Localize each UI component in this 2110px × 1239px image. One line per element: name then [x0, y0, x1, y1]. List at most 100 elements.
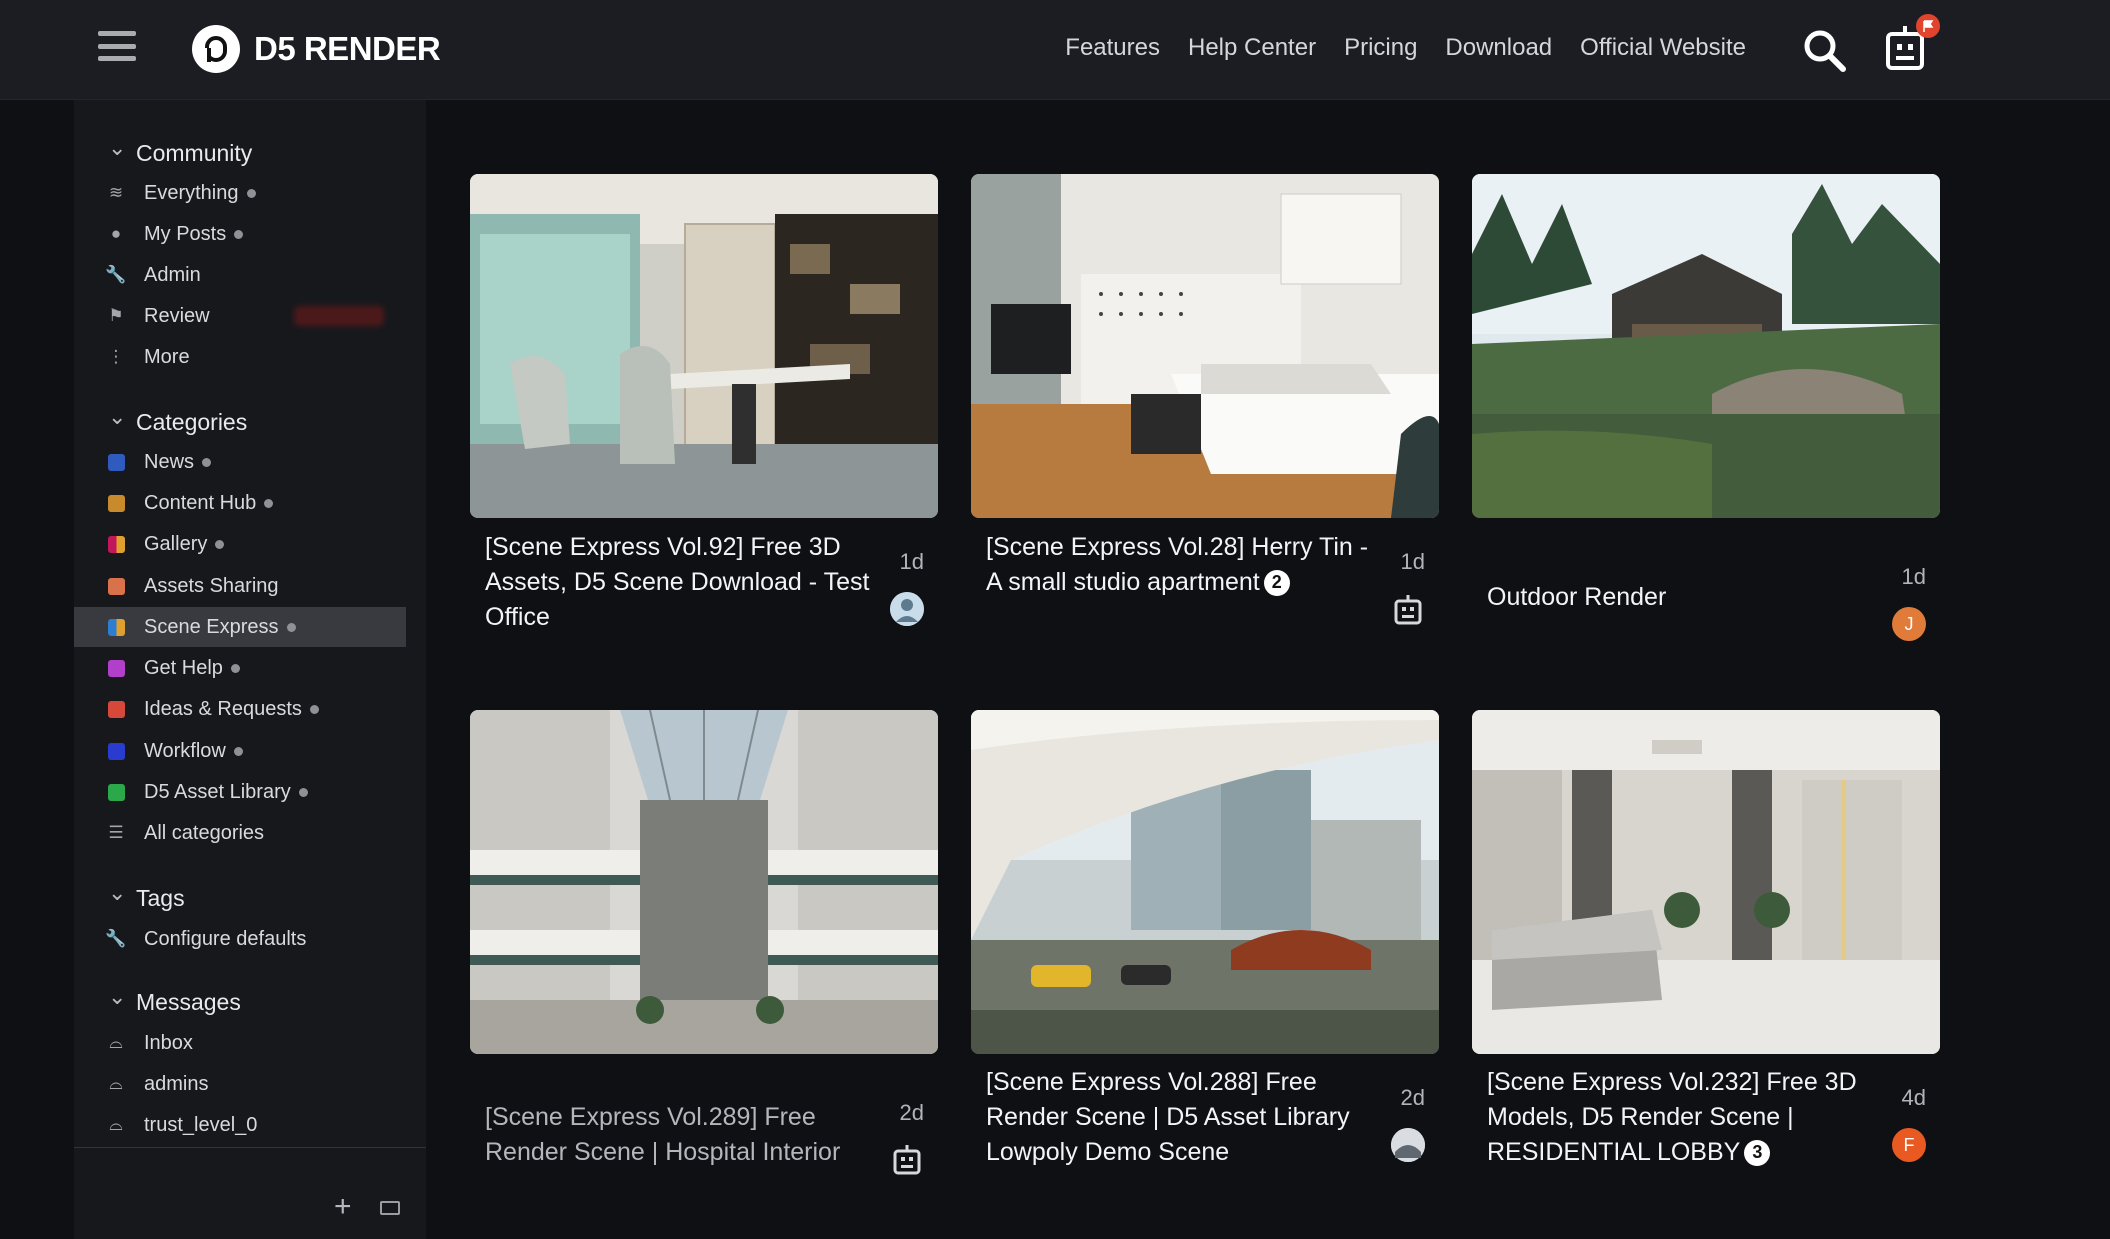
nav-features[interactable]: Features: [1065, 34, 1160, 62]
avatar[interactable]: J: [1892, 607, 1926, 641]
category-color-icon: [107, 535, 125, 553]
sidebar-item-news[interactable]: News: [74, 442, 406, 482]
topic-card: [Scene Express Vol.28] Herry Tin - A sma…: [971, 174, 1439, 625]
nav-official-website[interactable]: Official Website: [1580, 34, 1746, 62]
topic-card: [Scene Express Vol.288] Free Render Scen…: [971, 710, 1439, 1166]
sidebar-item-trust-level-0[interactable]: ⌓ trust_level_0: [74, 1105, 406, 1145]
sidebar-item-content-hub[interactable]: Content Hub: [74, 483, 406, 523]
sidebar-item-inbox[interactable]: ⌓ Inbox: [74, 1023, 406, 1063]
topic-title[interactable]: [Scene Express Vol.288] Free Render Scen…: [986, 1065, 1386, 1170]
d5-logo-icon: [192, 25, 240, 73]
avatar[interactable]: [890, 592, 924, 626]
topic-card: [Scene Express Vol.232] Free 3D Models, …: [1472, 710, 1940, 1166]
reply-count-badge: 3: [1744, 1139, 1771, 1166]
category-color-icon: [107, 659, 125, 677]
section-community[interactable]: Community: [74, 140, 252, 167]
topic-title[interactable]: [Scene Express Vol.289] Free Render Scen…: [485, 1100, 885, 1170]
sidebar-item-gallery[interactable]: Gallery: [74, 524, 406, 564]
topic-thumbnail[interactable]: [971, 710, 1439, 1054]
section-messages[interactable]: Messages: [74, 989, 241, 1016]
sidebar-item-more[interactable]: ⋮ More: [74, 337, 406, 377]
category-color-icon: [107, 700, 125, 718]
topic-thumbnail[interactable]: [470, 174, 938, 518]
top-header: D5 RENDER Features Help Center Pricing D…: [0, 0, 2110, 100]
flag-icon: ⚑: [108, 306, 124, 325]
sidebar-item-my-posts[interactable]: ● My Posts: [74, 214, 406, 254]
unread-dot: [230, 663, 240, 673]
user-menu-button[interactable]: [1884, 14, 1940, 74]
unread-dot: [233, 746, 243, 756]
unread-dot: [215, 539, 225, 549]
nav-pricing[interactable]: Pricing: [1344, 34, 1417, 62]
sidebar-item-all-categories[interactable]: ☰ All categories: [74, 813, 406, 853]
avatar[interactable]: [1391, 1128, 1425, 1162]
section-tags[interactable]: Tags: [74, 885, 185, 912]
user-icon: ●: [110, 224, 122, 243]
unread-dot: [246, 188, 256, 198]
nav-help-center[interactable]: Help Center: [1188, 34, 1316, 62]
review-count-badge: [294, 306, 384, 326]
chevron-down-icon: [74, 886, 108, 912]
section-categories[interactable]: Categories: [74, 409, 247, 436]
topic-title[interactable]: [Scene Express Vol.28] Herry Tin - A sma…: [986, 530, 1386, 600]
brand-name: D5 RENDER: [254, 30, 441, 67]
top-nav: Features Help Center Pricing Download Of…: [1065, 34, 1746, 62]
avatar[interactable]: F: [1892, 1128, 1926, 1162]
topic-title[interactable]: [Scene Express Vol.232] Free 3D Models, …: [1487, 1065, 1887, 1170]
keyboard-icon[interactable]: [380, 1201, 400, 1215]
sidebar-item-admin[interactable]: 🔧 Admin: [74, 255, 406, 295]
topic-thumbnail[interactable]: [470, 710, 938, 1054]
plus-icon[interactable]: +: [334, 1190, 352, 1224]
nav-download[interactable]: Download: [1445, 34, 1552, 62]
chevron-down-icon: [74, 990, 108, 1016]
topic-age: 1d: [899, 549, 924, 574]
wrench-icon: 🔧: [105, 265, 127, 284]
list-icon: ☰: [108, 823, 124, 842]
topic-age: 2d: [899, 1100, 924, 1125]
category-color-icon: [107, 453, 125, 471]
category-color-icon: [107, 618, 125, 636]
robot-avatar-icon[interactable]: [890, 1142, 924, 1176]
inbox-icon: ⌓: [109, 1033, 123, 1052]
sidebar-item-d5-asset-library[interactable]: D5 Asset Library: [74, 772, 406, 812]
topic-age: 2d: [1400, 1085, 1425, 1110]
sidebar-item-ideas-requests[interactable]: Ideas & Requests: [74, 689, 406, 729]
topic-card: [Scene Express Vol.92] Free 3D Assets, D…: [470, 174, 938, 631]
sidebar-item-workflow[interactable]: Workflow: [74, 731, 406, 771]
robot-avatar-icon[interactable]: [1391, 592, 1425, 626]
topic-card: Outdoor Render 1d J: [1472, 174, 1940, 641]
sidebar-item-admins[interactable]: ⌓ admins: [74, 1064, 406, 1104]
brand-logo[interactable]: D5 RENDER: [192, 25, 441, 73]
sidebar-item-assets-sharing[interactable]: Assets Sharing: [74, 566, 406, 606]
sidebar: Community ≋Everything ●My Posts 🔧Admin ⚑…: [74, 100, 426, 1239]
sidebar-item-everything[interactable]: ≋ Everything: [74, 173, 406, 213]
topic-title[interactable]: [Scene Express Vol.92] Free 3D Assets, D…: [485, 530, 885, 635]
topic-age: 1d: [1901, 564, 1926, 589]
unread-dot: [234, 229, 244, 239]
topic-thumbnail[interactable]: [1472, 710, 1940, 1054]
topic-age: 4d: [1901, 1085, 1926, 1110]
sidebar-item-configure-defaults[interactable]: 🔧 Configure defaults: [74, 919, 406, 959]
category-color-icon: [107, 577, 125, 595]
topic-age: 1d: [1400, 549, 1425, 574]
unread-dot: [286, 622, 296, 632]
topic-title[interactable]: Outdoor Render: [1487, 580, 1887, 615]
hamburger-icon[interactable]: [98, 31, 136, 65]
search-icon[interactable]: [1800, 26, 1848, 74]
topic-thumbnail[interactable]: [971, 174, 1439, 518]
sidebar-item-scene-express[interactable]: Scene Express: [74, 607, 406, 647]
chevron-down-icon: [74, 141, 108, 167]
topic-thumbnail[interactable]: [1472, 174, 1940, 518]
notification-badge: [1916, 14, 1940, 38]
inbox-icon: ⌓: [109, 1074, 123, 1093]
topic-card: [Scene Express Vol.289] Free Render Scen…: [470, 710, 938, 1175]
category-color-icon: [107, 742, 125, 760]
category-color-icon: [107, 494, 125, 512]
category-color-icon: [107, 783, 125, 801]
sidebar-item-get-help[interactable]: Get Help: [74, 648, 406, 688]
ellipsis-vertical-icon: ⋮: [107, 347, 125, 366]
unread-dot: [264, 498, 274, 508]
sidebar-item-review[interactable]: ⚑ Review: [74, 296, 406, 336]
inbox-icon: ⌓: [109, 1115, 123, 1134]
chevron-down-icon: [74, 410, 108, 436]
